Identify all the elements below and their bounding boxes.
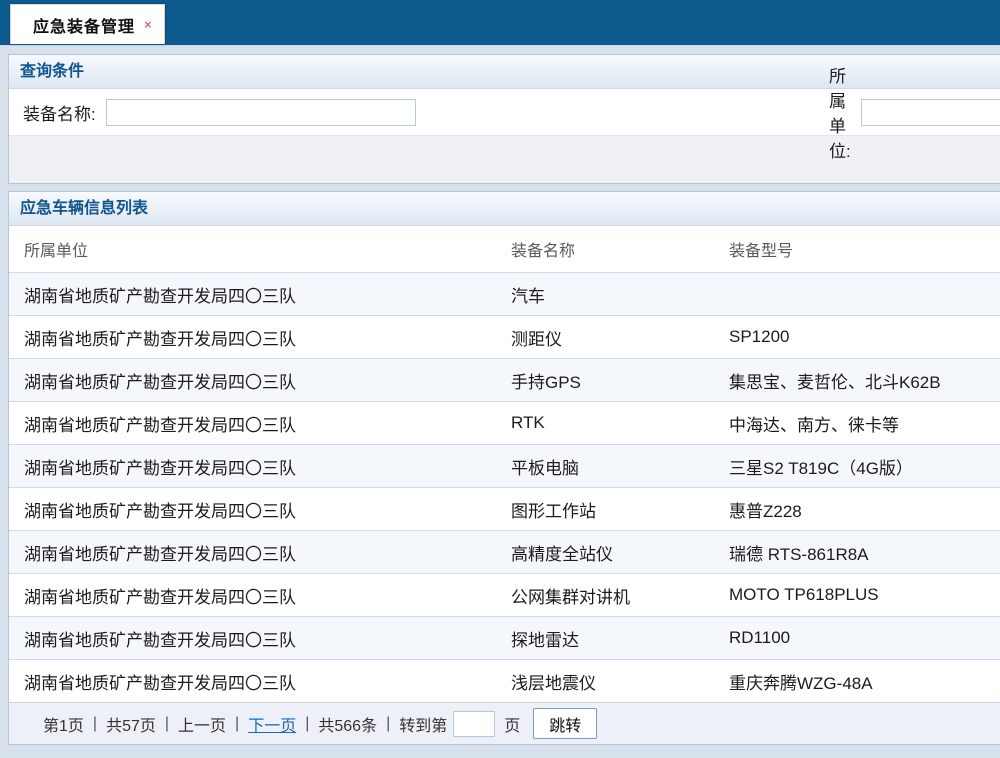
table-row: 湖南省地质矿产勘查开发局四〇三队 图形工作站 惠普Z228 bbox=[9, 487, 1000, 530]
cell-equipment-name: 手持GPS bbox=[496, 368, 714, 393]
current-page-label: 第1页 bbox=[43, 712, 84, 736]
cell-unit: 湖南省地质矿产勘查开发局四〇三队 bbox=[9, 669, 496, 694]
cell-equipment-name: 汽车 bbox=[496, 282, 714, 307]
tab-title: 应急装备管理 bbox=[33, 13, 135, 37]
cell-unit: 湖南省地质矿产勘查开发局四〇三队 bbox=[9, 454, 496, 479]
cell-equipment-model: 瑞德 RTS-861R8A bbox=[714, 540, 1000, 565]
separator: | bbox=[386, 715, 390, 733]
table-row: 湖南省地质矿产勘查开发局四〇三队 汽车 bbox=[9, 272, 1000, 315]
cell-equipment-name: 测距仪 bbox=[496, 325, 714, 350]
total-records-label: 共566条 bbox=[318, 712, 377, 736]
separator: | bbox=[93, 715, 97, 733]
cell-equipment-model: 集思宝、麦哲伦、北斗K62B bbox=[714, 368, 1000, 393]
cell-unit: 湖南省地质矿产勘查开发局四〇三队 bbox=[9, 583, 496, 608]
cell-equipment-name: 公网集群对讲机 bbox=[496, 583, 714, 608]
equipment-name-field: 装备名称: bbox=[9, 99, 416, 126]
equipment-name-label: 装备名称: bbox=[23, 100, 96, 125]
cell-unit: 湖南省地质矿产勘查开发局四〇三队 bbox=[9, 411, 496, 436]
table-row: 湖南省地质矿产勘查开发局四〇三队 手持GPS 集思宝、麦哲伦、北斗K62B bbox=[9, 358, 1000, 401]
cell-equipment-name: 图形工作站 bbox=[496, 497, 714, 522]
table-header-row: 所属单位 装备名称 装备型号 bbox=[9, 226, 1000, 272]
cell-unit: 湖南省地质矿产勘查开发局四〇三队 bbox=[9, 540, 496, 565]
separator: | bbox=[235, 715, 239, 733]
cell-equipment-model: SP1200 bbox=[714, 327, 1000, 347]
page-jump-input[interactable] bbox=[453, 711, 495, 737]
cell-equipment-name: 平板电脑 bbox=[496, 454, 714, 479]
total-pages-label: 共57页 bbox=[106, 712, 156, 736]
table-row: 湖南省地质矿产勘查开发局四〇三队 探地雷达 RD1100 bbox=[9, 616, 1000, 659]
table-row: 湖南省地质矿产勘查开发局四〇三队 平板电脑 三星S2 T819C（4G版） bbox=[9, 444, 1000, 487]
list-panel: 应急车辆信息列表 所属单位 装备名称 装备型号 湖南省地质矿产勘查开发局四〇三队… bbox=[8, 191, 1000, 745]
cell-equipment-name: 浅层地震仪 bbox=[496, 669, 714, 694]
tab-emergency-equipment[interactable]: 应急装备管理 × bbox=[10, 4, 165, 44]
pagination-bar: 第1页 | 共57页 | 上一页 | 下一页 | 共566条 | 转到第 页 跳… bbox=[9, 702, 1000, 744]
prev-page-button[interactable]: 上一页 bbox=[178, 712, 226, 736]
cell-unit: 湖南省地质矿产勘查开发局四〇三队 bbox=[9, 368, 496, 393]
column-header-unit: 所属单位 bbox=[9, 237, 496, 261]
list-panel-title: 应急车辆信息列表 bbox=[9, 192, 1000, 226]
table-row: 湖南省地质矿产勘查开发局四〇三队 RTK 中海达、南方、徕卡等 bbox=[9, 401, 1000, 444]
goto-prefix-label: 转到第 bbox=[399, 712, 447, 736]
separator: | bbox=[305, 715, 309, 733]
column-header-equipment-name: 装备名称 bbox=[496, 237, 714, 261]
table-row: 湖南省地质矿产勘查开发局四〇三队 浅层地震仪 重庆奔腾WZG-48A bbox=[9, 659, 1000, 702]
owning-unit-field: 所属单位: bbox=[829, 62, 1000, 162]
owning-unit-label: 所属单位: bbox=[829, 62, 851, 162]
cell-equipment-model: 惠普Z228 bbox=[714, 497, 1000, 522]
cell-unit: 湖南省地质矿产勘查开发局四〇三队 bbox=[9, 626, 496, 651]
cell-equipment-name: RTK bbox=[496, 413, 714, 433]
cell-unit: 湖南省地质矿产勘查开发局四〇三队 bbox=[9, 497, 496, 522]
cell-unit: 湖南省地质矿产勘查开发局四〇三队 bbox=[9, 282, 496, 307]
cell-equipment-model: 重庆奔腾WZG-48A bbox=[714, 669, 1000, 694]
cell-equipment-model: RD1100 bbox=[714, 628, 1000, 648]
table-row: 湖南省地质矿产勘查开发局四〇三队 公网集群对讲机 MOTO TP618PLUS bbox=[9, 573, 1000, 616]
table-row: 湖南省地质矿产勘查开发局四〇三队 高精度全站仪 瑞德 RTS-861R8A bbox=[9, 530, 1000, 573]
query-panel: 查询条件 装备名称: 所属单位: bbox=[8, 54, 1000, 184]
table-body: 湖南省地质矿产勘查开发局四〇三队 汽车 湖南省地质矿产勘查开发局四〇三队 测距仪… bbox=[9, 272, 1000, 702]
cell-equipment-model: 三星S2 T819C（4G版） bbox=[714, 454, 1000, 479]
jump-button[interactable]: 跳转 bbox=[533, 708, 597, 739]
equipment-name-input[interactable] bbox=[106, 99, 416, 126]
cell-equipment-name: 高精度全站仪 bbox=[496, 540, 714, 565]
cell-equipment-model: 中海达、南方、徕卡等 bbox=[714, 411, 1000, 436]
cell-unit: 湖南省地质矿产勘查开发局四〇三队 bbox=[9, 325, 496, 350]
cell-equipment-name: 探地雷达 bbox=[496, 626, 714, 651]
next-page-link[interactable]: 下一页 bbox=[248, 712, 296, 736]
owning-unit-input[interactable] bbox=[861, 99, 1000, 126]
close-icon[interactable]: × bbox=[144, 18, 152, 31]
table-row: 湖南省地质矿产勘查开发局四〇三队 测距仪 SP1200 bbox=[9, 315, 1000, 358]
tab-bar: 应急装备管理 × bbox=[0, 0, 1000, 46]
query-fields-row: 装备名称: 所属单位: bbox=[9, 89, 1000, 135]
column-header-equipment-model: 装备型号 bbox=[714, 237, 1000, 261]
separator: | bbox=[165, 715, 169, 733]
goto-suffix-label: 页 bbox=[504, 712, 520, 736]
cell-equipment-model: MOTO TP618PLUS bbox=[714, 585, 1000, 605]
